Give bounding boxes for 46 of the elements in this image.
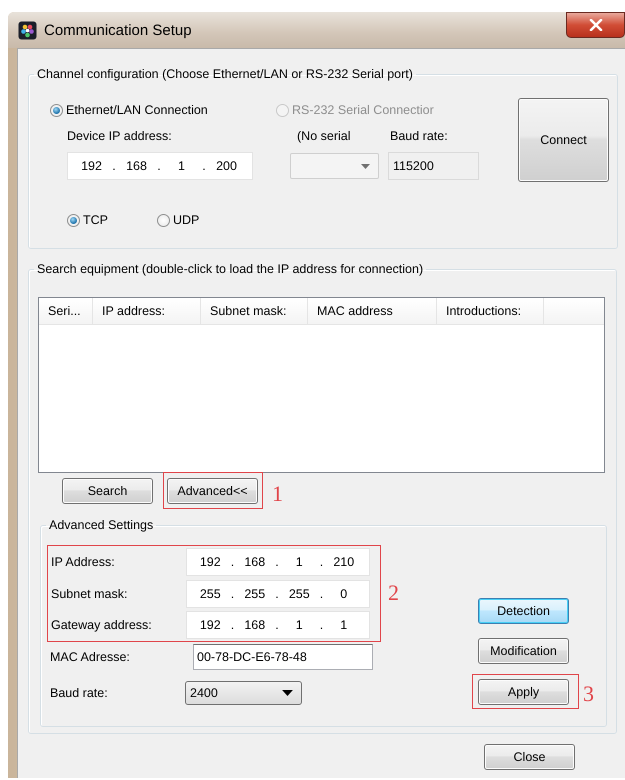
radio-label[interactable]: TCP [83, 213, 108, 227]
action-button[interactable]: Detection [478, 598, 569, 624]
field-label: Subnet mask: [50, 586, 128, 600]
column-header[interactable]: IP address: [93, 298, 201, 324]
window-title: Communication Setup [44, 22, 192, 38]
device-table[interactable]: Seri... IP address: Subnet mask: MAC address Introductions: [38, 297, 605, 473]
action-button[interactable]: Modification [478, 638, 569, 664]
field-label: Baud rate: [49, 686, 109, 700]
baud-rate-dropdown[interactable]: 2400 [185, 681, 302, 705]
group-title: Channel configuration (Choose Ethernet/LAN or RS-232 Serial port) [36, 67, 414, 82]
radio-label[interactable]: UDP [173, 213, 200, 227]
mac-address-field[interactable]: 00-78-DC-E6-78-48 [193, 644, 373, 670]
column-header[interactable]: Introductions: [437, 298, 544, 324]
close-icon [588, 19, 602, 31]
radio-button[interactable] [50, 104, 63, 116]
annotation-number: 1 [272, 482, 283, 504]
group-title: Search equipment (double-click to load the IP address for connection) [36, 262, 424, 277]
app-icon [18, 20, 37, 40]
column-header[interactable]: MAC address [308, 298, 437, 324]
caret-icon [361, 164, 370, 168]
radio-button[interactable] [67, 214, 80, 226]
field-label: Baud rate: [390, 129, 449, 143]
field-label: Gateway address: [50, 618, 153, 632]
column-header[interactable]: Seri... [39, 298, 93, 324]
action-button[interactable]: Apply [478, 678, 569, 704]
action-button[interactable]: Advanced<< [167, 478, 258, 504]
caret-icon [282, 690, 293, 696]
field-label: MAC Adresse: [49, 650, 131, 664]
radio-label[interactable]: Ethernet/LAN Connection [66, 103, 208, 117]
field-label: IP Address: [50, 555, 116, 569]
baud-rate-field[interactable]: 115200 [388, 152, 479, 180]
ip-address-field[interactable]: 192 . 168 . 1 . 200 [67, 152, 253, 180]
connect-button[interactable]: Connect [518, 98, 609, 182]
radio-button[interactable] [157, 214, 170, 226]
field-label: (No serial [297, 129, 352, 143]
ip-address-field[interactable]: 255 . 255 . 255 . 0 [186, 580, 370, 608]
group-title: Advanced Settings [48, 518, 154, 533]
ip-address-field[interactable]: 192 . 168 . 1 . 1 [186, 611, 370, 639]
close-dialog-button[interactable]: Close [484, 744, 575, 770]
ip-address-field[interactable]: 192 . 168 . 1 . 210 [186, 548, 370, 576]
column-header[interactable]: Subnet mask: [201, 298, 308, 324]
annotation-number: 2 [388, 582, 399, 604]
annotation-number: 3 [583, 682, 594, 704]
close-button[interactable] [566, 12, 625, 38]
action-button[interactable]: Search [62, 478, 153, 504]
field-label: Device IP address: [67, 129, 173, 143]
